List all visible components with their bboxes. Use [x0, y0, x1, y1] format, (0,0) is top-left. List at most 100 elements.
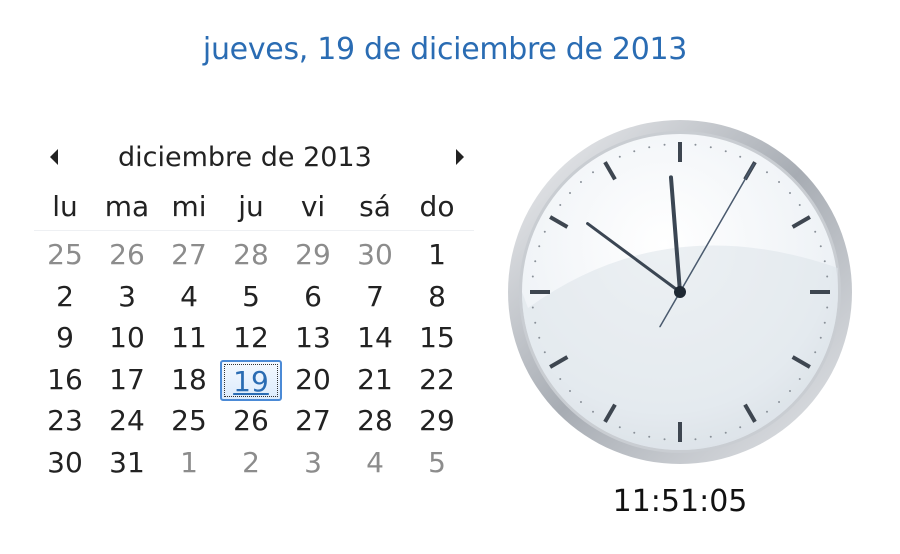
- minute-tick: [709, 146, 712, 149]
- minute-tick: [739, 155, 742, 158]
- calendar-day[interactable]: 1: [406, 235, 468, 277]
- calendar-week-row: 2345678: [34, 277, 474, 319]
- calendar-day[interactable]: 9: [34, 318, 96, 360]
- calendar-day[interactable]: 6: [282, 277, 344, 319]
- minute-tick: [823, 321, 826, 324]
- calendar-day[interactable]: 22: [406, 360, 468, 402]
- weekday-label: do: [419, 190, 455, 223]
- minute-tick: [569, 191, 572, 194]
- calendar-day[interactable]: 5: [220, 277, 282, 319]
- minute-tick: [765, 410, 768, 413]
- calendar-day[interactable]: 26: [220, 401, 282, 443]
- calendar-day[interactable]: 29: [406, 401, 468, 443]
- calendar-day[interactable]: 14: [344, 318, 406, 360]
- next-month-icon[interactable]: [448, 146, 470, 168]
- calendar-day[interactable]: 1: [158, 443, 220, 485]
- calendar-day[interactable]: 28: [344, 401, 406, 443]
- calendar-day[interactable]: 8: [406, 277, 468, 319]
- calendar-day[interactable]: 29: [282, 235, 344, 277]
- minute-tick: [543, 351, 546, 354]
- minute-tick: [709, 435, 712, 438]
- calendar-day[interactable]: 27: [282, 401, 344, 443]
- calendar-day[interactable]: 15: [406, 318, 468, 360]
- minute-tick: [788, 390, 791, 393]
- minute-tick: [633, 150, 636, 153]
- month-calendar: diciembre de 2013 lu ma mi ju vi sá do 25 26 27 2…: [34, 136, 474, 484]
- calendar-day[interactable]: 2: [34, 277, 96, 319]
- calendar-week-row: 23 24 25 26 27 28 29: [34, 401, 474, 443]
- calendar-day[interactable]: 20: [282, 360, 344, 402]
- minute-tick: [648, 435, 651, 438]
- minute-tick: [543, 230, 546, 233]
- minute-tick: [534, 260, 537, 263]
- calendar-day[interactable]: 13: [282, 318, 344, 360]
- calendar-day[interactable]: 18: [158, 360, 220, 402]
- minute-tick: [819, 245, 822, 248]
- minute-tick: [618, 426, 621, 429]
- minute-tick: [826, 275, 829, 278]
- minute-tick: [694, 143, 697, 146]
- minute-tick: [559, 377, 562, 380]
- minute-tick: [663, 143, 666, 146]
- calendar-day[interactable]: 26: [96, 235, 158, 277]
- calendar-day[interactable]: 3: [282, 443, 344, 485]
- calendar-day[interactable]: 31: [96, 443, 158, 485]
- calendar-day[interactable]: 28: [220, 235, 282, 277]
- minute-tick: [826, 306, 829, 309]
- minute-tick: [592, 171, 595, 174]
- calendar-day[interactable]: 5: [406, 443, 468, 485]
- minute-tick: [618, 155, 621, 158]
- analog-clock: [508, 120, 852, 464]
- minute-tick: [538, 336, 541, 339]
- calendar-day[interactable]: 7: [344, 277, 406, 319]
- calendar-day[interactable]: 24: [96, 401, 158, 443]
- digital-time: 11:51:05: [612, 484, 748, 519]
- calendar-day[interactable]: 16: [34, 360, 96, 402]
- calendar-day[interactable]: 11: [158, 318, 220, 360]
- calendar-day[interactable]: 23: [34, 401, 96, 443]
- calendar-day[interactable]: 4: [158, 277, 220, 319]
- calendar-day[interactable]: 21: [344, 360, 406, 402]
- minute-tick: [739, 426, 742, 429]
- minute-tick: [538, 245, 541, 248]
- calendar-day[interactable]: 2: [220, 443, 282, 485]
- calendar-day[interactable]: 4: [344, 443, 406, 485]
- weekday-label: mi: [171, 190, 207, 223]
- calendar-day[interactable]: 3: [96, 277, 158, 319]
- weekday-label: lu: [52, 190, 78, 223]
- calendar-day[interactable]: 10: [96, 318, 158, 360]
- minute-tick: [724, 150, 727, 153]
- minute-tick: [592, 410, 595, 413]
- calendar-day[interactable]: 25: [158, 401, 220, 443]
- minute-tick: [663, 438, 666, 441]
- weekday-label: vi: [300, 190, 326, 223]
- calendar-day[interactable]: 27: [158, 235, 220, 277]
- minute-tick: [788, 191, 791, 194]
- minute-tick: [819, 336, 822, 339]
- calendar-week-row: 25 26 27 28 29 30 1: [34, 235, 474, 277]
- previous-month-icon[interactable]: [44, 146, 66, 168]
- minute-tick: [569, 390, 572, 393]
- calendar-day[interactable]: 30: [344, 235, 406, 277]
- calendar-header: diciembre de 2013: [34, 136, 474, 184]
- minute-tick: [778, 400, 781, 403]
- minute-tick: [534, 321, 537, 324]
- clock-center-hub: [674, 286, 686, 298]
- minute-tick: [531, 275, 534, 278]
- minute-tick: [579, 181, 582, 184]
- minute-tick: [814, 351, 817, 354]
- calendar-day[interactable]: 12: [220, 318, 282, 360]
- calendar-day[interactable]: 17: [96, 360, 158, 402]
- calendar-day[interactable]: 25: [34, 235, 96, 277]
- minute-tick: [823, 260, 826, 263]
- minute-tick: [798, 204, 801, 207]
- weekday-label: ju: [238, 190, 264, 223]
- long-date-link[interactable]: jueves, 19 de diciembre de 2013: [0, 32, 890, 67]
- minute-tick: [798, 377, 801, 380]
- weekday-label: ma: [104, 190, 150, 223]
- weekday-label: sá: [359, 190, 391, 223]
- calendar-day[interactable]: 30: [34, 443, 96, 485]
- calendar-day-today[interactable]: 19: [220, 359, 282, 401]
- month-year-title[interactable]: diciembre de 2013: [118, 142, 372, 173]
- minute-tick: [814, 230, 817, 233]
